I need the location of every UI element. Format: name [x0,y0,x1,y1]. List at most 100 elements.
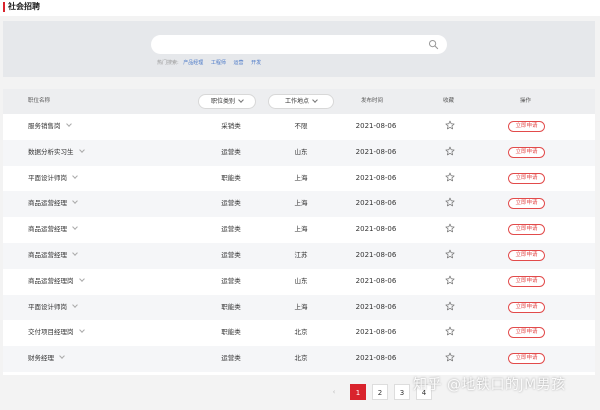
job-type: 职能类 [221,173,241,182]
favorite-button[interactable] [444,191,456,217]
page: 社会招聘 热门搜索: 产品经理 工程师 运营 开发 职位名称 职位类别 工作地点 [0,0,600,410]
table-row[interactable]: 商品运营经理岗 运营类 山东 2021-08-06 立即申请 [3,268,595,295]
apply-button[interactable]: 立即申请 [508,250,545,261]
table-row[interactable]: 交付项目经理岗 职能类 北京 2021-08-06 立即申请 [3,320,595,347]
table-row[interactable]: 平面设计师岗 职能类 上海 2021-08-06 立即申请 [3,165,595,192]
job-name[interactable]: 平面设计师岗 [28,174,67,182]
chevron-down-icon[interactable] [78,327,85,334]
favorite-button[interactable] [444,295,456,321]
apply-button[interactable]: 立即申请 [508,198,545,210]
job-name-cell[interactable]: 平面设计师岗 [28,295,78,321]
job-name[interactable]: 商品运营经理 [28,199,67,207]
search-icon[interactable] [428,39,439,50]
favorite-button[interactable] [444,140,456,166]
apply-button[interactable]: 立即申请 [508,146,545,158]
job-name-cell[interactable]: 平面设计师岗 [28,166,78,192]
job-location: 北京 [294,354,308,363]
publish-date: 2021-08-06 [355,354,397,363]
favorite-button[interactable] [444,320,456,346]
chevron-down-icon[interactable] [72,250,78,256]
table-row[interactable]: 服务销售岗 采销类 不限 2021-08-06 立即申请 [3,114,595,140]
chevron-down-icon[interactable] [72,224,78,231]
job-location: 北京 [294,328,308,337]
favorite-button[interactable] [444,114,456,140]
page-button-1[interactable]: 1 [350,384,366,400]
job-name[interactable]: 平面设计师岗 [28,303,67,311]
publish-date: 2021-08-06 [355,302,397,311]
page-button-2[interactable]: 2 [372,384,388,400]
job-type: 运营类 [221,276,241,285]
search-panel: 热门搜索: 产品经理 工程师 运营 开发 [3,21,595,77]
apply-button[interactable]: 立即申请 [508,224,545,236]
apply-button[interactable]: 立即申请 [508,172,545,184]
favorite-button[interactable] [444,346,456,372]
hot-keyword[interactable]: 运营 [234,60,244,66]
apply-button[interactable]: 立即申请 [508,327,545,339]
job-name[interactable]: 商品运营经理 [28,225,67,233]
favorite-button[interactable] [444,243,456,269]
search-box[interactable] [151,35,447,54]
favorite-button[interactable] [444,217,456,243]
favorite-button[interactable] [444,166,456,192]
star-icon[interactable] [445,301,455,311]
job-name[interactable]: 商品运营经理 [28,251,67,259]
chevron-down-icon[interactable] [78,275,85,282]
hot-keyword[interactable]: 开发 [251,60,261,66]
chevron-down-icon[interactable] [72,172,78,179]
job-type: 运营类 [221,225,241,234]
location-filter-dropdown[interactable]: 工作地点 [268,94,334,109]
job-name-cell[interactable]: 数据分析实习生 [28,140,85,166]
chevron-down-icon[interactable] [65,121,72,127]
apply-button[interactable]: 立即申请 [508,121,545,132]
star-icon[interactable] [445,223,455,233]
table-row[interactable]: 财务经理 运营类 北京 2021-08-06 立即申请 [3,346,595,372]
job-location: 山东 [294,147,308,156]
star-icon[interactable] [445,197,455,207]
publish-date: 2021-08-06 [355,251,397,259]
chevron-down-icon[interactable] [59,353,65,360]
job-name[interactable]: 数据分析实习生 [28,148,74,156]
star-icon[interactable] [445,146,455,156]
star-icon[interactable] [445,326,455,336]
job-name-cell[interactable]: 服务销售岗 [28,114,72,140]
job-type: 职能类 [221,328,241,337]
favorite-button[interactable] [444,269,456,295]
chevron-down-icon[interactable] [72,198,78,205]
job-name[interactable]: 财务经理 [28,354,54,362]
table-row[interactable]: 商品运营经理 运营类 上海 2021-08-06 立即申请 [3,217,595,243]
table-row[interactable]: 商品运营经理 运营类 江苏 2021-08-06 立即申请 [3,243,595,269]
job-name-cell[interactable]: 财务经理 [28,346,65,372]
star-icon[interactable] [445,172,455,182]
table-row[interactable]: 商品运营经理 运营类 上海 2021-08-06 立即申请 [3,191,595,218]
star-icon[interactable] [445,249,455,259]
job-name-cell[interactable]: 商品运营经理岗 [28,269,85,295]
job-name[interactable]: 服务销售岗 [28,122,61,130]
job-type: 采销类 [221,122,241,130]
job-location: 上海 [294,173,308,182]
type-filter-dropdown[interactable]: 职位类别 [198,94,256,109]
apply-button[interactable]: 立即申请 [508,301,545,313]
table-row[interactable]: 平面设计师岗 职能类 上海 2021-08-06 立即申请 [3,294,595,321]
star-icon[interactable] [445,352,455,362]
search-input[interactable] [161,37,411,52]
job-name-cell[interactable]: 商品运营经理 [28,217,78,243]
chevron-down-icon[interactable] [72,301,78,308]
hot-keyword[interactable]: 产品经理 [183,60,203,66]
chevron-down-icon[interactable] [78,146,85,153]
star-icon[interactable] [445,275,455,285]
job-name-cell[interactable]: 商品运营经理 [28,243,78,269]
publish-date: 2021-08-06 [355,225,397,234]
job-name-cell[interactable]: 商品运营经理 [28,191,78,217]
prev-page-button[interactable]: ‹ [326,384,342,400]
star-icon[interactable] [445,120,455,130]
location-filter-label: 工作地点 [284,98,309,105]
job-name[interactable]: 商品运营经理岗 [28,277,74,285]
job-type: 运营类 [221,199,241,208]
page-button-3[interactable]: 3 [394,384,410,400]
apply-button[interactable]: 立即申请 [508,353,545,365]
job-name-cell[interactable]: 交付项目经理岗 [28,320,85,346]
apply-button[interactable]: 立即申请 [508,275,545,287]
table-row[interactable]: 数据分析实习生 运营类 山东 2021-08-06 立即申请 [3,139,595,166]
hot-keyword[interactable]: 工程师 [211,60,226,66]
job-name[interactable]: 交付项目经理岗 [28,328,74,336]
